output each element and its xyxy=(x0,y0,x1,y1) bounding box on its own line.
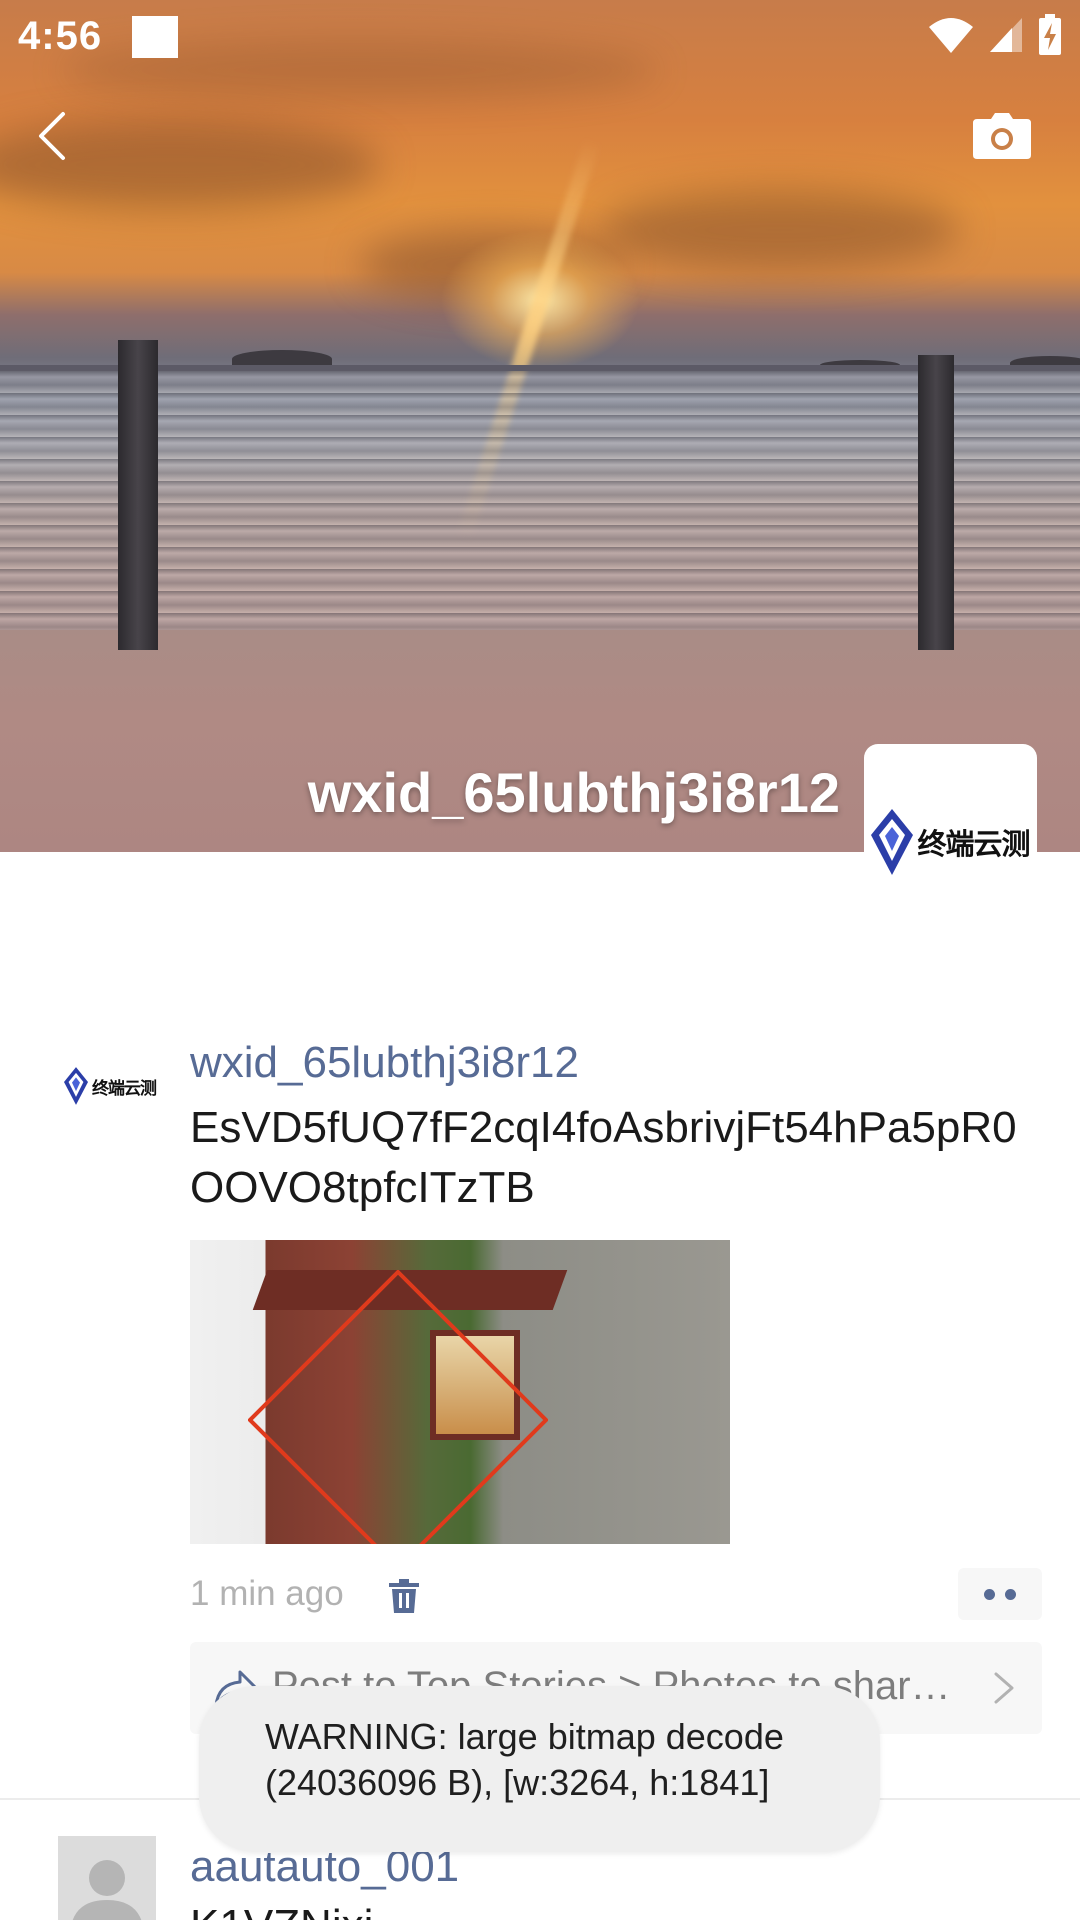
chevron-right-icon xyxy=(994,1672,1014,1704)
more-button[interactable] xyxy=(958,1568,1042,1620)
camera-icon xyxy=(973,113,1031,159)
camera-button[interactable] xyxy=(962,104,1042,168)
cloud xyxy=(600,190,960,270)
post-photo[interactable] xyxy=(190,1240,730,1544)
profile-avatar[interactable]: 终端云测 xyxy=(864,744,1037,917)
logo-mark-icon xyxy=(871,809,914,875)
wooden-post xyxy=(918,355,954,650)
post-avatar[interactable] xyxy=(58,1836,156,1920)
toast-line-1: WARNING: large bitmap decode xyxy=(265,1716,784,1757)
more-dots-icon xyxy=(984,1588,995,1600)
avatar-logo: 终端云测 xyxy=(871,809,1031,875)
status-icons xyxy=(928,14,1062,56)
profile-name[interactable]: wxid_65lubthj3i8r12 xyxy=(308,760,840,825)
wifi-icon xyxy=(929,18,973,53)
back-button[interactable] xyxy=(20,100,84,172)
wooden-post xyxy=(118,340,158,650)
post-time: 1 min ago xyxy=(190,1574,344,1613)
logo-mark-icon xyxy=(64,1067,88,1105)
toast-line-2: (24036096 B), [w:3264, h:1841] xyxy=(265,1762,770,1803)
cover-photo[interactable] xyxy=(0,0,1080,852)
trash-icon xyxy=(389,1579,419,1613)
logo-text: 终端云测 xyxy=(92,1078,157,1099)
post-meta-row: 1 min ago xyxy=(190,1568,1042,1622)
post-text: EsVD5fUQ7fF2cqI4foAsbrivjFt54hPa5pR0OOVO… xyxy=(190,1103,1017,1212)
chevron-left-icon xyxy=(39,112,65,160)
battery-charging-icon xyxy=(1039,14,1061,55)
post-avatar[interactable]: 终端云测 xyxy=(62,1038,158,1134)
default-user-icon xyxy=(72,1860,142,1920)
warning-toast: WARNING: large bitmap decode (24036096 B… xyxy=(199,1686,880,1852)
status-bar: 4:56 xyxy=(0,0,1080,72)
photo-diamond-overlay xyxy=(248,1270,548,1544)
square-notification-icon xyxy=(132,16,178,58)
signal-icon xyxy=(990,18,1022,52)
more-dots-icon xyxy=(1005,1588,1016,1600)
status-time: 4:56 xyxy=(18,14,103,58)
logo-text: 终端云测 xyxy=(917,827,1030,861)
avatar-logo: 终端云测 xyxy=(64,1067,157,1105)
post-author-name[interactable]: wxid_65lubthj3i8r12 xyxy=(190,1038,579,1088)
post-text: K1VZNjxj xyxy=(190,1896,1040,1920)
delete-button[interactable] xyxy=(384,1574,424,1618)
